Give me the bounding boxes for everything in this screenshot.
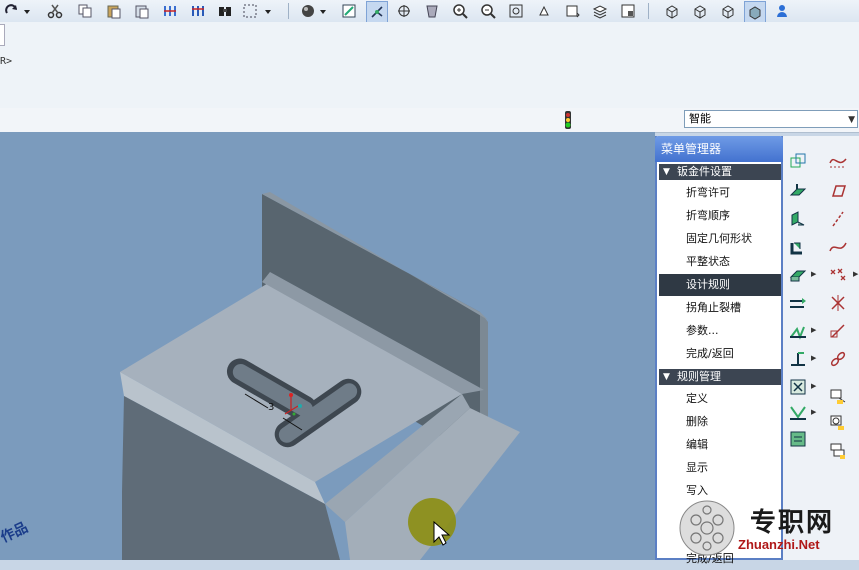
form-icon[interactable] [787, 402, 809, 424]
curve-icon[interactable] [827, 236, 849, 258]
menu-item-done-return-1[interactable]: 完成/返回 [659, 343, 781, 365]
collapse-icon[interactable]: ▼ [663, 369, 670, 385]
regenerate-icon[interactable] [160, 1, 180, 21]
sketched-curve-icon[interactable] [827, 150, 849, 172]
appearance-icon[interactable] [422, 1, 442, 21]
wireframe-icon[interactable] [662, 1, 682, 21]
selection-filter-value: 智能 [689, 112, 711, 125]
menu-manager-panel: ▼ 钣金件设置 折弯许可 折弯顺序 固定几何形状 平整状态 设计规则 拐角止裂槽 … [655, 136, 783, 565]
zoom-in-icon[interactable] [450, 1, 470, 21]
copy-geometry-icon[interactable] [787, 150, 809, 172]
datum-display-icon[interactable] [366, 1, 388, 23]
extrude-wall-icon[interactable] [787, 208, 809, 230]
menu-item-corner-relief[interactable]: 拐角止裂槽 [659, 297, 781, 319]
user-icon[interactable] [772, 1, 792, 21]
unbend-icon[interactable] [787, 292, 809, 314]
menu-item-bend-order[interactable]: 折弯顺序 [659, 205, 781, 227]
menu-item-delete[interactable]: 删除 [659, 411, 781, 433]
sketch-icon[interactable] [339, 1, 359, 21]
bend-icon[interactable] [787, 320, 809, 342]
flat-wall-icon[interactable] [787, 180, 809, 202]
datum-point-icon[interactable] [827, 264, 849, 286]
regen-manager-icon[interactable] [188, 1, 208, 21]
view-list-icon[interactable] [562, 1, 582, 21]
watermark-url: Zhuanzhi.Net [738, 537, 820, 552]
hidden-line-icon[interactable] [690, 1, 710, 21]
paste-special-icon[interactable] [132, 1, 152, 21]
redo-icon[interactable] [2, 1, 22, 21]
spin-center-icon[interactable] [394, 1, 414, 21]
blend-wall-icon[interactable] [787, 264, 809, 286]
dimension-label[interactable]: 3 [268, 402, 274, 413]
flatten-icon[interactable] [787, 428, 809, 450]
select-box-icon[interactable] [240, 1, 260, 21]
window-tab[interactable] [0, 24, 5, 46]
section-rule-management[interactable]: ▼ 规则管理 [659, 369, 781, 385]
chain-icon[interactable] [827, 348, 849, 370]
menu-item-define[interactable]: 定义 [659, 388, 781, 410]
chevron-down-icon[interactable]: ▼ [848, 112, 855, 128]
copy-icon[interactable] [75, 1, 95, 21]
reorient-icon[interactable] [534, 1, 554, 21]
shading-dropdown-icon[interactable] [318, 1, 328, 21]
analysis-icon[interactable] [827, 320, 849, 342]
cut-icon[interactable] [45, 1, 65, 21]
zoom-out-icon[interactable] [478, 1, 498, 21]
watermark-logo [676, 498, 738, 558]
punch-icon[interactable] [787, 376, 809, 398]
graphics-viewport[interactable]: 作品 3 [0, 132, 655, 560]
sheetmetal-part [120, 192, 520, 560]
no-hidden-icon[interactable] [718, 1, 738, 21]
menu-item-design-rules[interactable]: 设计规则 [659, 274, 781, 296]
collapse-icon[interactable]: ▼ [663, 164, 670, 180]
revolve-wall-icon[interactable] [787, 236, 809, 258]
menu-item-flat-state[interactable]: 平整状态 [659, 251, 781, 273]
regen-status-icon [562, 110, 574, 130]
command-prompt: R> [0, 56, 13, 67]
menu-item-fixed-geometry[interactable]: 固定几何形状 [659, 228, 781, 250]
shaded-view-icon[interactable] [744, 1, 766, 23]
watermark-text: 专职网 [750, 508, 835, 538]
refit-icon[interactable] [506, 1, 526, 21]
coordinate-system-icon[interactable] [827, 292, 849, 314]
annotation-icon[interactable] [827, 386, 849, 408]
paste-icon[interactable] [104, 1, 124, 21]
redo-dropdown-icon[interactable] [22, 1, 32, 21]
menu-manager-title: 菜单管理器 [655, 136, 783, 162]
flange-icon[interactable] [787, 348, 809, 370]
menu-item-show[interactable]: 显示 [659, 457, 781, 479]
find-icon[interactable] [215, 1, 235, 21]
menu-item-bend-allowance[interactable]: 折弯许可 [659, 182, 781, 204]
feature-toolbar: ▶ ▶ ▶ ▶ ▶ ▶ [783, 136, 859, 560]
datum-axis-icon[interactable] [827, 208, 849, 230]
layers-icon[interactable] [590, 1, 610, 21]
section-sheetmetal-setup[interactable]: ▼ 钣金件设置 [659, 164, 781, 180]
shading-icon[interactable] [298, 1, 318, 21]
note-icon[interactable] [827, 440, 849, 462]
menu-item-parameters[interactable]: 参数... [659, 320, 781, 342]
select-dropdown-icon[interactable] [262, 1, 274, 21]
model-tree-icon[interactable] [618, 1, 638, 21]
selection-filter-select[interactable]: 智能 ▼ [684, 110, 858, 128]
menu-item-edit[interactable]: 编辑 [659, 434, 781, 456]
cosmetic-icon[interactable] [827, 412, 849, 434]
datum-plane-icon[interactable] [827, 180, 849, 202]
main-toolbar [0, 0, 859, 23]
